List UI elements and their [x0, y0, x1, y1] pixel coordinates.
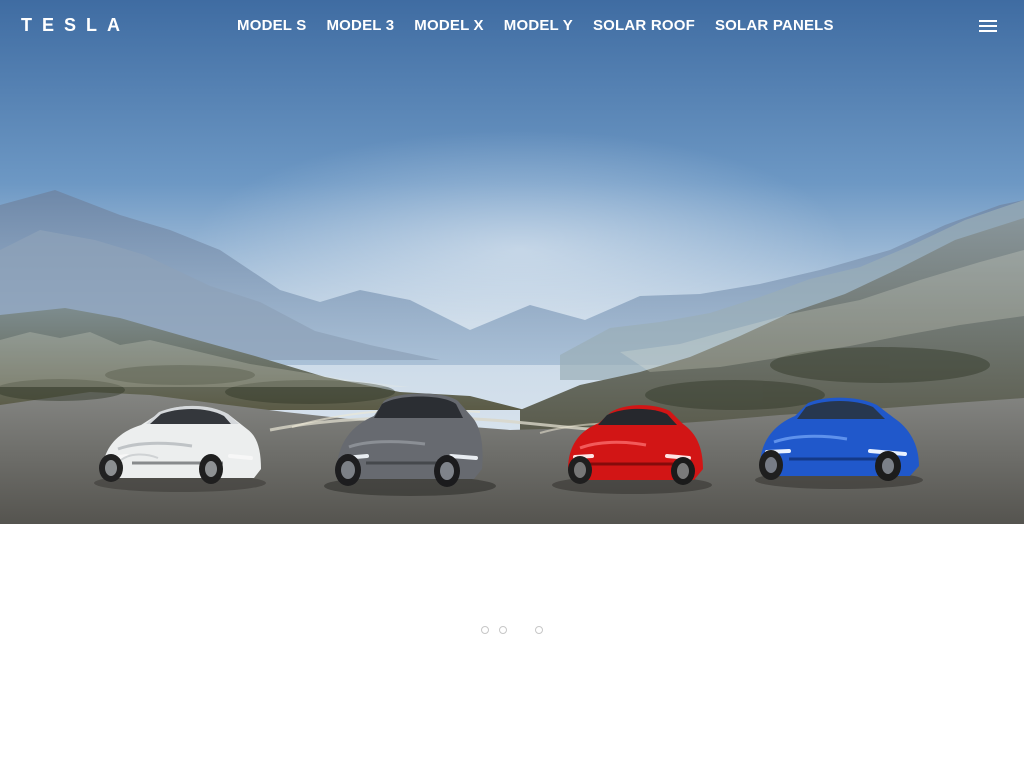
- carousel-dot-1[interactable]: [481, 626, 489, 634]
- hamburger-menu-icon-line-bottom: [979, 30, 997, 32]
- tesla-logo[interactable]: TESLA: [21, 16, 120, 34]
- nav-item-solar-roof[interactable]: SOLAR ROOF: [593, 16, 695, 36]
- carousel-dot-3[interactable]: [535, 626, 543, 634]
- nav-item-solar-panels[interactable]: SOLAR PANELS: [715, 16, 834, 36]
- hero-image: [0, 0, 1024, 524]
- main-navigation: MODEL S MODEL 3 MODEL X MODEL Y SOLAR RO…: [237, 16, 834, 36]
- nav-item-model-y[interactable]: MODEL Y: [504, 16, 573, 36]
- nav-item-model-3[interactable]: MODEL 3: [326, 16, 394, 36]
- nav-item-model-x[interactable]: MODEL X: [414, 16, 483, 36]
- page: TESLA MODEL S MODEL 3 MODEL X MODEL Y SO…: [0, 0, 1024, 768]
- hamburger-menu-button[interactable]: [979, 19, 999, 34]
- hamburger-menu-icon-line-top: [979, 20, 997, 22]
- carousel-dot-2[interactable]: [499, 626, 507, 634]
- hero-banner: TESLA MODEL S MODEL 3 MODEL X MODEL Y SO…: [0, 0, 1024, 524]
- carousel-pagination: [479, 625, 549, 639]
- hamburger-menu-icon-line-middle: [979, 25, 997, 27]
- nav-item-model-s[interactable]: MODEL S: [237, 16, 306, 36]
- top-navigation-bar: TESLA MODEL S MODEL 3 MODEL X MODEL Y SO…: [0, 0, 1024, 52]
